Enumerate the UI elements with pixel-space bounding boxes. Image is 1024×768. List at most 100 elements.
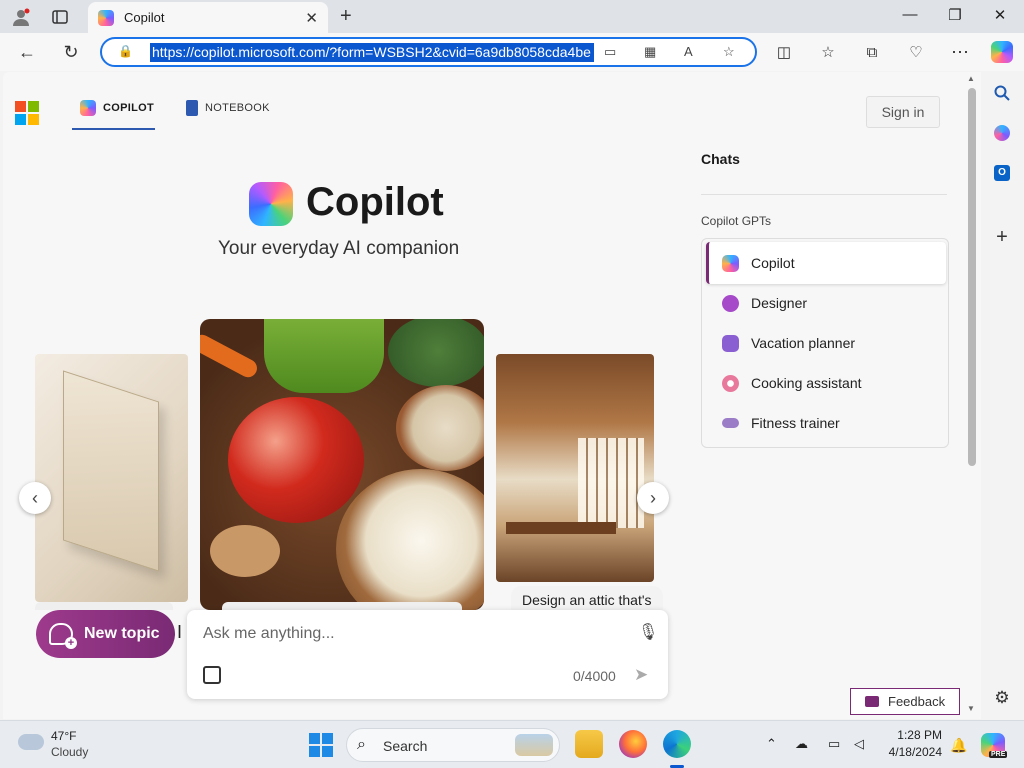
browser-essentials-icon[interactable]: ♡ [903,39,929,65]
gpt-item-copilot[interactable]: Copilot [706,242,946,284]
feedback-button[interactable]: Feedback [850,688,960,715]
clock-date[interactable]: 4/18/2024 [884,745,942,759]
notebook-icon [186,100,198,116]
gpts-list: Copilot Designer Vacation planner Cookin… [701,238,949,448]
chat-input-box[interactable]: Ask me anything... 🎙 0/4000 ➤ [187,610,668,699]
book-image [63,370,159,572]
url-text[interactable]: https://copilot.microsoft.com/?form=WSBS… [150,43,594,62]
sign-in-button[interactable]: Sign in [866,96,940,128]
gpt-item-label: Cooking assistant [751,375,862,391]
scroll-down-icon[interactable]: ▼ [967,704,975,713]
rice-bowl-shape [336,469,484,610]
tab-copilot-label: COPILOT [103,102,154,114]
address-bar[interactable]: 🔒 https://copilot.microsoft.com/?form=WS… [100,37,757,67]
new-topic-button[interactable]: New topic [36,610,175,658]
close-tab-icon[interactable]: ✕ [305,9,318,27]
gpt-item-fitness-trainer[interactable]: Fitness trainer [706,402,946,444]
gpt-item-label: Fitness trainer [751,415,840,431]
tab-actions-icon[interactable] [49,6,71,28]
carousel-next-button[interactable]: › [637,482,669,514]
divider [701,194,947,195]
designer-icon [722,294,739,312]
gpt-item-label: Copilot [751,255,795,271]
more-icon[interactable]: ⋯ [947,39,973,65]
file-explorer-icon[interactable] [575,730,603,758]
quinoa-bowl-shape [396,385,484,471]
scroll-up-icon[interactable]: ▲ [967,74,975,83]
settings-gear-icon[interactable]: ⚙ [991,687,1013,709]
copilot-icon[interactable] [989,39,1015,65]
browser-toolbar: ← ↻ 🔒 https://copilot.microsoft.com/?for… [0,33,1024,71]
show-hidden-icons-icon[interactable]: ⌃ [766,736,777,752]
preview-badge: PRE [989,751,1008,758]
copilot-icon [722,254,739,272]
search-icon[interactable] [991,82,1013,104]
character-count: 0/4000 [573,668,616,684]
new-tab-icon[interactable]: + [340,5,352,28]
carousel-card-book[interactable] [35,354,188,602]
app-available-icon[interactable]: ▭ [604,44,616,60]
microphone-icon[interactable]: 🎙 [638,622,658,642]
favorites-icon[interactable]: ☆ [815,39,841,65]
book-caption [35,602,173,610]
feedback-label: Feedback [888,694,946,709]
microsoft-logo-icon[interactable] [15,101,39,125]
grid-icon[interactable]: ▦ [644,44,656,60]
weather-condition[interactable]: Cloudy [51,745,88,759]
clock-time[interactable]: 1:28 PM [896,728,942,742]
apple-shape [228,397,364,523]
lock-icon[interactable]: 🔒 [118,44,133,58]
carousel-card-attic[interactable] [496,354,654,582]
cloud-icon[interactable] [18,734,44,750]
collections-icon[interactable]: ⧉ [859,39,885,65]
weather-temperature[interactable]: 47°F [51,729,76,743]
copilot-icon [80,100,96,116]
search-highlight-image [515,734,553,756]
profile-icon[interactable] [10,6,32,28]
back-icon[interactable]: ← [14,39,40,65]
carousel-prev-button[interactable]: ‹ [19,482,51,514]
browser-tab-copilot[interactable]: Copilot ✕ [88,2,328,33]
restore-icon[interactable]: ❐ [945,6,965,24]
tab-notebook[interactable]: NOTEBOOK [186,100,270,116]
carousel-card-food[interactable] [200,319,484,610]
close-window-icon[interactable]: ✕ [990,6,1010,24]
chat-input-placeholder[interactable]: Ask me anything... [203,625,335,643]
display-icon[interactable]: ▭ [828,736,840,752]
split-screen-icon[interactable]: ◫ [771,39,797,65]
scrollbar-thumb[interactable] [968,88,976,466]
gpt-item-designer[interactable]: Designer [706,282,946,324]
tab-notebook-label: NOTEBOOK [205,102,270,114]
search-icon: ⌕ [357,736,366,753]
page-title: Copilot [306,180,444,224]
add-sidebar-app-icon[interactable]: + [991,226,1013,248]
windows-taskbar: 47°F Cloudy ⌕ Search ⌃ ☁ ▭ ◁ 1:28 PM 4/1… [0,720,1024,768]
notification-bell-icon[interactable]: 🔔 [950,737,967,754]
new-topic-label: New topic [84,625,160,642]
send-icon[interactable]: ➤ [634,665,648,685]
start-button-icon[interactable] [309,733,333,757]
copilot-favicon-icon [98,9,114,26]
network-offline-icon[interactable]: ☁ [795,736,808,752]
tab-title: Copilot [124,10,165,25]
refresh-icon[interactable]: ↻ [58,39,84,65]
taskbar-search[interactable]: ⌕ Search [346,728,560,762]
page-viewport: COPILOT NOTEBOOK Sign in Copilot Your ev… [3,72,964,719]
active-tab-indicator [72,128,155,130]
minimize-icon[interactable]: — [900,6,920,23]
tab-copilot[interactable]: COPILOT [80,100,154,116]
firefox-icon[interactable] [619,730,647,758]
attic-caption[interactable]: Design an attic that's [511,586,663,612]
outlook-icon[interactable]: O [991,162,1013,184]
browser-tab-bar: Copilot ✕ + — ❐ ✕ [0,0,1024,33]
add-image-icon[interactable] [203,666,221,684]
dumbbell-icon [722,418,739,428]
favorite-star-icon[interactable]: ☆ [723,44,735,60]
copilot-sidebar-icon[interactable] [991,122,1013,144]
new-chat-icon [49,623,77,649]
volume-icon[interactable]: ◁ [854,736,864,752]
gpt-item-cooking-assistant[interactable]: Cooking assistant [706,362,946,404]
gpt-item-vacation-planner[interactable]: Vacation planner [706,322,946,364]
edge-icon[interactable] [663,730,691,758]
read-aloud-icon[interactable]: A [684,44,693,59]
